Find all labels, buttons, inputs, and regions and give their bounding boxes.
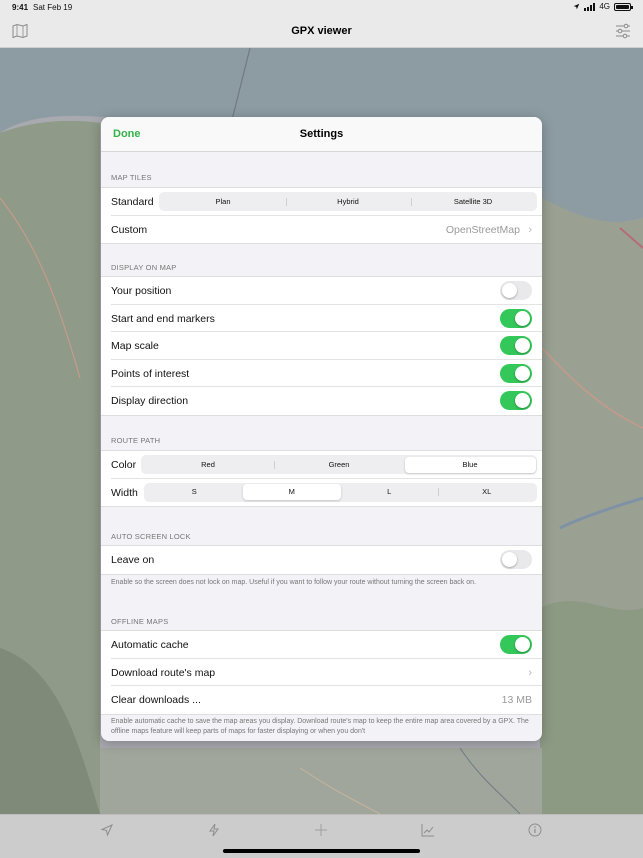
toggle-knob <box>515 310 530 326</box>
segment-plan[interactable]: Plan <box>161 194 286 210</box>
standard-segmented-control: Plan Hybrid Satellite 3D <box>159 192 537 211</box>
auto-cache-label: Automatic cache <box>111 639 189 651</box>
home-indicator <box>223 849 420 853</box>
map-scale-toggle[interactable] <box>500 336 532 355</box>
crosshair-icon[interactable] <box>314 823 328 837</box>
your-position-label: Your position <box>111 285 172 297</box>
leave-on-toggle[interactable] <box>500 550 532 569</box>
custom-value: OpenStreetMap <box>445 223 520 236</box>
color-row: Color Red Green Blue <box>111 451 542 479</box>
toggle-knob <box>515 338 530 353</box>
nav-bar: GPX viewer <box>0 16 643 48</box>
toggle-knob <box>502 552 517 567</box>
leave-on-row: Leave on <box>111 546 542 574</box>
segment-l[interactable]: L <box>341 484 439 500</box>
location-icon <box>574 3 580 10</box>
status-time: 9:41 <box>12 3 29 12</box>
route-path-group: Color Red Green Blue Width S M L XL <box>101 450 542 507</box>
status-date: Sat Feb 19 <box>33 3 73 12</box>
poi-row: Points of interest <box>111 360 542 387</box>
segment-satellite-3d[interactable]: Satellite 3D <box>410 194 536 210</box>
location-arrow-icon[interactable] <box>100 823 114 837</box>
toggle-knob <box>515 365 530 381</box>
direction-toggle[interactable] <box>500 391 532 410</box>
auto-lock-footer: Enable so the screen does not lock on ma… <box>111 579 476 586</box>
info-icon[interactable] <box>528 823 542 837</box>
toggle-knob <box>502 283 517 298</box>
custom-row[interactable]: Custom OpenStreetMap › <box>111 216 542 244</box>
app-title: GPX viewer <box>291 25 352 37</box>
clear-downloads-size: 13 MB <box>501 694 532 706</box>
display-header: DISPLAY ON MAP <box>111 263 177 272</box>
segment-s[interactable]: S <box>146 484 244 500</box>
width-row: Width S M L XL <box>111 479 542 507</box>
width-segmented-control: S M L XL <box>144 482 537 502</box>
status-bar: 9:41 Sat Feb 19 4G <box>0 0 643 16</box>
width-label: Width <box>111 486 138 499</box>
custom-label: Custom <box>111 223 148 236</box>
settings-sheet: Done Settings MAP TILES Standard Plan Hy… <box>101 117 542 741</box>
color-segmented-control: Red Green Blue <box>141 455 537 474</box>
map-scale-label: Map scale <box>111 340 159 352</box>
segment-hybrid[interactable]: Hybrid <box>285 194 411 210</box>
your-position-row: Your position <box>111 277 542 305</box>
standard-row: Standard Plan Hybrid Satellite 3D <box>111 188 542 216</box>
auto-cache-row: Automatic cache <box>111 631 542 659</box>
battery-level <box>616 4 629 9</box>
toggle-knob <box>515 637 530 652</box>
sheet-header: Done Settings <box>101 117 542 152</box>
download-row[interactable]: Download route's map › <box>111 659 542 686</box>
status-right: 4G <box>573 2 633 11</box>
markers-label: Start and end markers <box>111 312 215 325</box>
segment-red[interactable]: Red <box>143 457 274 473</box>
segment-m[interactable]: M <box>243 484 341 500</box>
clear-downloads-label: Clear downloads ... <box>111 694 201 706</box>
signal-icon <box>584 2 596 11</box>
network-label: 4G <box>599 2 610 11</box>
download-label: Download route's map <box>111 666 216 679</box>
segment-blue[interactable]: Blue <box>404 456 536 473</box>
map-scale-row: Map scale <box>111 332 542 360</box>
sliders-icon[interactable] <box>615 23 631 39</box>
leave-on-label: Leave on <box>111 554 155 566</box>
sheet-title: Settings <box>299 128 344 140</box>
chart-icon[interactable] <box>421 823 435 837</box>
route-path-header: ROUTE PATH <box>111 436 161 445</box>
your-position-toggle[interactable] <box>500 281 532 300</box>
markers-row: Start and end markers <box>111 305 542 332</box>
poi-label: Points of interest <box>111 367 190 380</box>
bolt-icon[interactable] <box>207 823 221 837</box>
markers-toggle[interactable] <box>500 308 532 328</box>
toggle-knob <box>515 393 530 408</box>
segment-xl[interactable]: XL <box>438 484 536 500</box>
auto-lock-header: AUTO SCREEN LOCK <box>111 532 191 541</box>
battery-icon <box>614 2 633 11</box>
chevron-right-icon: › <box>528 223 532 236</box>
color-label: Color <box>111 459 137 471</box>
segment-green[interactable]: Green <box>273 457 405 473</box>
offline-header: OFFLINE MAPS <box>111 617 169 626</box>
display-group: Your position Start and end markers Map … <box>101 276 542 416</box>
offline-footer: Enable automatic cache to save the map a… <box>111 718 529 735</box>
poi-toggle[interactable] <box>500 363 532 383</box>
auto-cache-toggle[interactable] <box>500 635 532 654</box>
chevron-right-icon: › <box>528 666 532 679</box>
offline-group: Automatic cache Download route's map › C… <box>101 630 542 715</box>
auto-lock-group: Leave on <box>101 545 542 575</box>
direction-label: Display direction <box>111 395 189 407</box>
clear-downloads-row[interactable]: Clear downloads ... 13 MB <box>111 686 542 714</box>
map-tiles-group: Standard Plan Hybrid Satellite 3D Custom… <box>101 187 542 244</box>
direction-row: Display direction <box>111 387 542 415</box>
standard-label: Standard <box>111 196 154 208</box>
map-tiles-header: MAP TILES <box>111 173 152 182</box>
